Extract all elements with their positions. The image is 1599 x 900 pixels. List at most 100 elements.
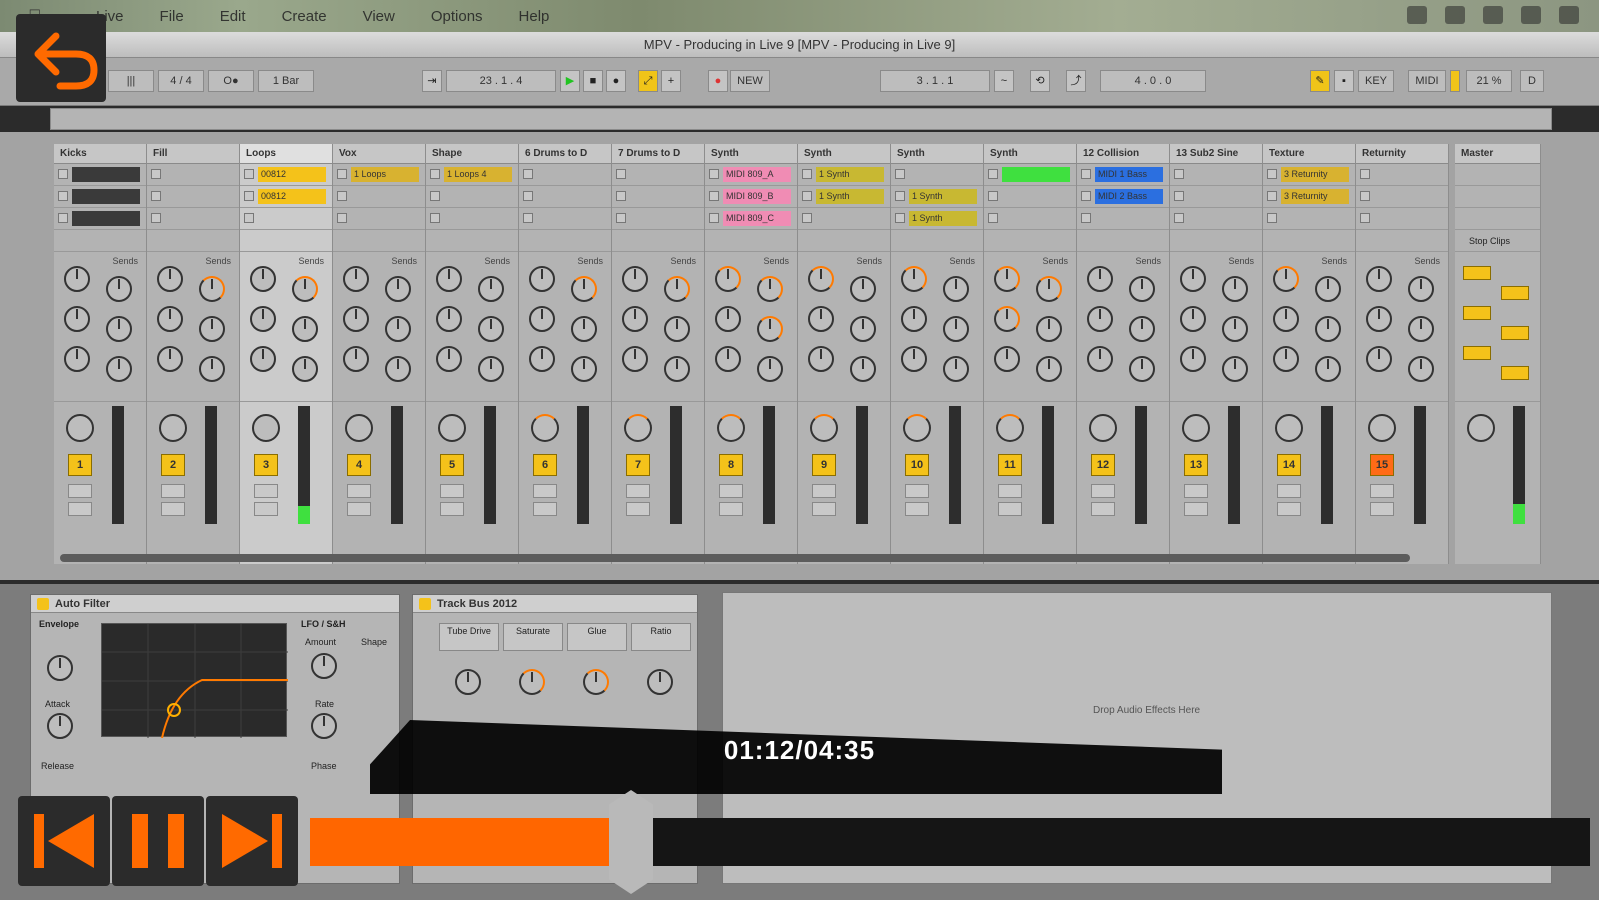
arm-button[interactable]: [161, 502, 185, 516]
clip-launch-icon[interactable]: [895, 191, 905, 201]
clip-launch-icon[interactable]: [430, 191, 440, 201]
clip-slot[interactable]: 1 Loops 4: [426, 164, 518, 186]
send-knob[interactable]: [436, 306, 462, 332]
send-knob[interactable]: [292, 316, 318, 342]
solo-button[interactable]: [254, 484, 278, 498]
send-knob[interactable]: [436, 266, 462, 292]
lfo-amount-knob[interactable]: [311, 653, 337, 679]
send-knob[interactable]: [1087, 346, 1113, 372]
track-header[interactable]: 6 Drums to D: [519, 144, 611, 164]
track-header[interactable]: 13 Sub2 Sine: [1170, 144, 1262, 164]
solo-button[interactable]: [68, 484, 92, 498]
send-knob[interactable]: [1366, 346, 1392, 372]
send-knob[interactable]: [292, 276, 318, 302]
send-knob[interactable]: [1222, 316, 1248, 342]
power-icon[interactable]: [37, 598, 49, 610]
clip[interactable]: 1 Synth: [816, 167, 884, 182]
clip-slot[interactable]: [984, 164, 1076, 186]
clip-stop-button[interactable]: [1077, 230, 1169, 252]
track-header[interactable]: Synth: [891, 144, 983, 164]
progress-thumb[interactable]: [609, 790, 653, 894]
clip-launch-icon[interactable]: [709, 191, 719, 201]
volume-fader[interactable]: [391, 406, 403, 524]
master-header[interactable]: Master: [1455, 144, 1540, 164]
monitor-icon[interactable]: [1483, 6, 1503, 24]
send-knob[interactable]: [157, 346, 183, 372]
clip-slot[interactable]: [54, 208, 146, 230]
solo-button[interactable]: [626, 484, 650, 498]
clip-launch-icon[interactable]: [430, 213, 440, 223]
track-header[interactable]: Kicks: [54, 144, 146, 164]
arm-button[interactable]: [1370, 502, 1394, 516]
track-activator-button[interactable]: 14: [1277, 454, 1301, 476]
clip-launch-icon[interactable]: [1081, 191, 1091, 201]
solo-button[interactable]: [1091, 484, 1115, 498]
clip[interactable]: [72, 211, 140, 226]
pan-knob[interactable]: [1182, 414, 1210, 442]
arm-button[interactable]: [905, 502, 929, 516]
scene-launch-slot[interactable]: [1455, 164, 1540, 186]
volume-fader[interactable]: [1042, 406, 1054, 524]
pan-knob[interactable]: [624, 414, 652, 442]
clip-stop-button[interactable]: [705, 230, 797, 252]
filter-graph[interactable]: [101, 623, 288, 738]
track-activator-button[interactable]: 10: [905, 454, 929, 476]
clip-slot[interactable]: [612, 186, 704, 208]
send-knob[interactable]: [808, 266, 834, 292]
quantize-select[interactable]: 1 Bar: [258, 70, 314, 92]
eye-icon[interactable]: [1445, 6, 1465, 24]
clip-slot[interactable]: 3 Returnity: [1263, 164, 1355, 186]
clip-slot[interactable]: [798, 208, 890, 230]
clip-slot[interactable]: [1356, 208, 1448, 230]
send-knob[interactable]: [715, 266, 741, 292]
clip-launch-icon[interactable]: [58, 213, 68, 223]
clip-slot[interactable]: [519, 208, 611, 230]
record-button[interactable]: ●: [606, 70, 626, 92]
send-knob[interactable]: [1315, 276, 1341, 302]
pan-knob[interactable]: [159, 414, 187, 442]
clip-launch-icon[interactable]: [1174, 213, 1184, 223]
volume-fader[interactable]: [670, 406, 682, 524]
send-knob[interactable]: [385, 356, 411, 382]
send-knob[interactable]: [529, 306, 555, 332]
send-knob[interactable]: [199, 316, 225, 342]
send-knob[interactable]: [1180, 306, 1206, 332]
clip[interactable]: 1 Loops 4: [444, 167, 512, 182]
track-header[interactable]: 7 Drums to D: [612, 144, 704, 164]
arm-button[interactable]: [998, 502, 1022, 516]
send-knob[interactable]: [622, 346, 648, 372]
pan-knob[interactable]: [1089, 414, 1117, 442]
clip-stop-button[interactable]: [333, 230, 425, 252]
pan-knob[interactable]: [717, 414, 745, 442]
pan-knob[interactable]: [66, 414, 94, 442]
track-header[interactable]: Vox: [333, 144, 425, 164]
clip[interactable]: 1 Synth: [909, 189, 977, 204]
return-button[interactable]: [1463, 306, 1491, 320]
clip-slot[interactable]: [147, 208, 239, 230]
send-knob[interactable]: [901, 266, 927, 292]
draw-mode-icon[interactable]: ✎: [1310, 70, 1330, 92]
clip-slot[interactable]: [519, 186, 611, 208]
send-knob[interactable]: [106, 276, 132, 302]
send-knob[interactable]: [292, 356, 318, 382]
clip[interactable]: 1 Synth: [909, 211, 977, 226]
volume-fader[interactable]: [484, 406, 496, 524]
send-knob[interactable]: [757, 316, 783, 342]
send-knob[interactable]: [1366, 266, 1392, 292]
send-knob[interactable]: [850, 316, 876, 342]
loop-icon[interactable]: ⟲: [1030, 70, 1050, 92]
arm-button[interactable]: [1277, 502, 1301, 516]
clip-slot[interactable]: [333, 208, 425, 230]
clip-launch-icon[interactable]: [1360, 169, 1370, 179]
return-button[interactable]: [1501, 286, 1529, 300]
clip-slot[interactable]: [612, 208, 704, 230]
send-knob[interactable]: [1273, 346, 1299, 372]
clip-launch-icon[interactable]: [1360, 213, 1370, 223]
send-knob[interactable]: [664, 316, 690, 342]
menu-file[interactable]: File: [142, 8, 202, 25]
send-knob[interactable]: [901, 306, 927, 332]
clip-slot[interactable]: MIDI 809_A: [705, 164, 797, 186]
arm-button[interactable]: [68, 502, 92, 516]
solo-button[interactable]: [347, 484, 371, 498]
clip-stop-button[interactable]: [612, 230, 704, 252]
